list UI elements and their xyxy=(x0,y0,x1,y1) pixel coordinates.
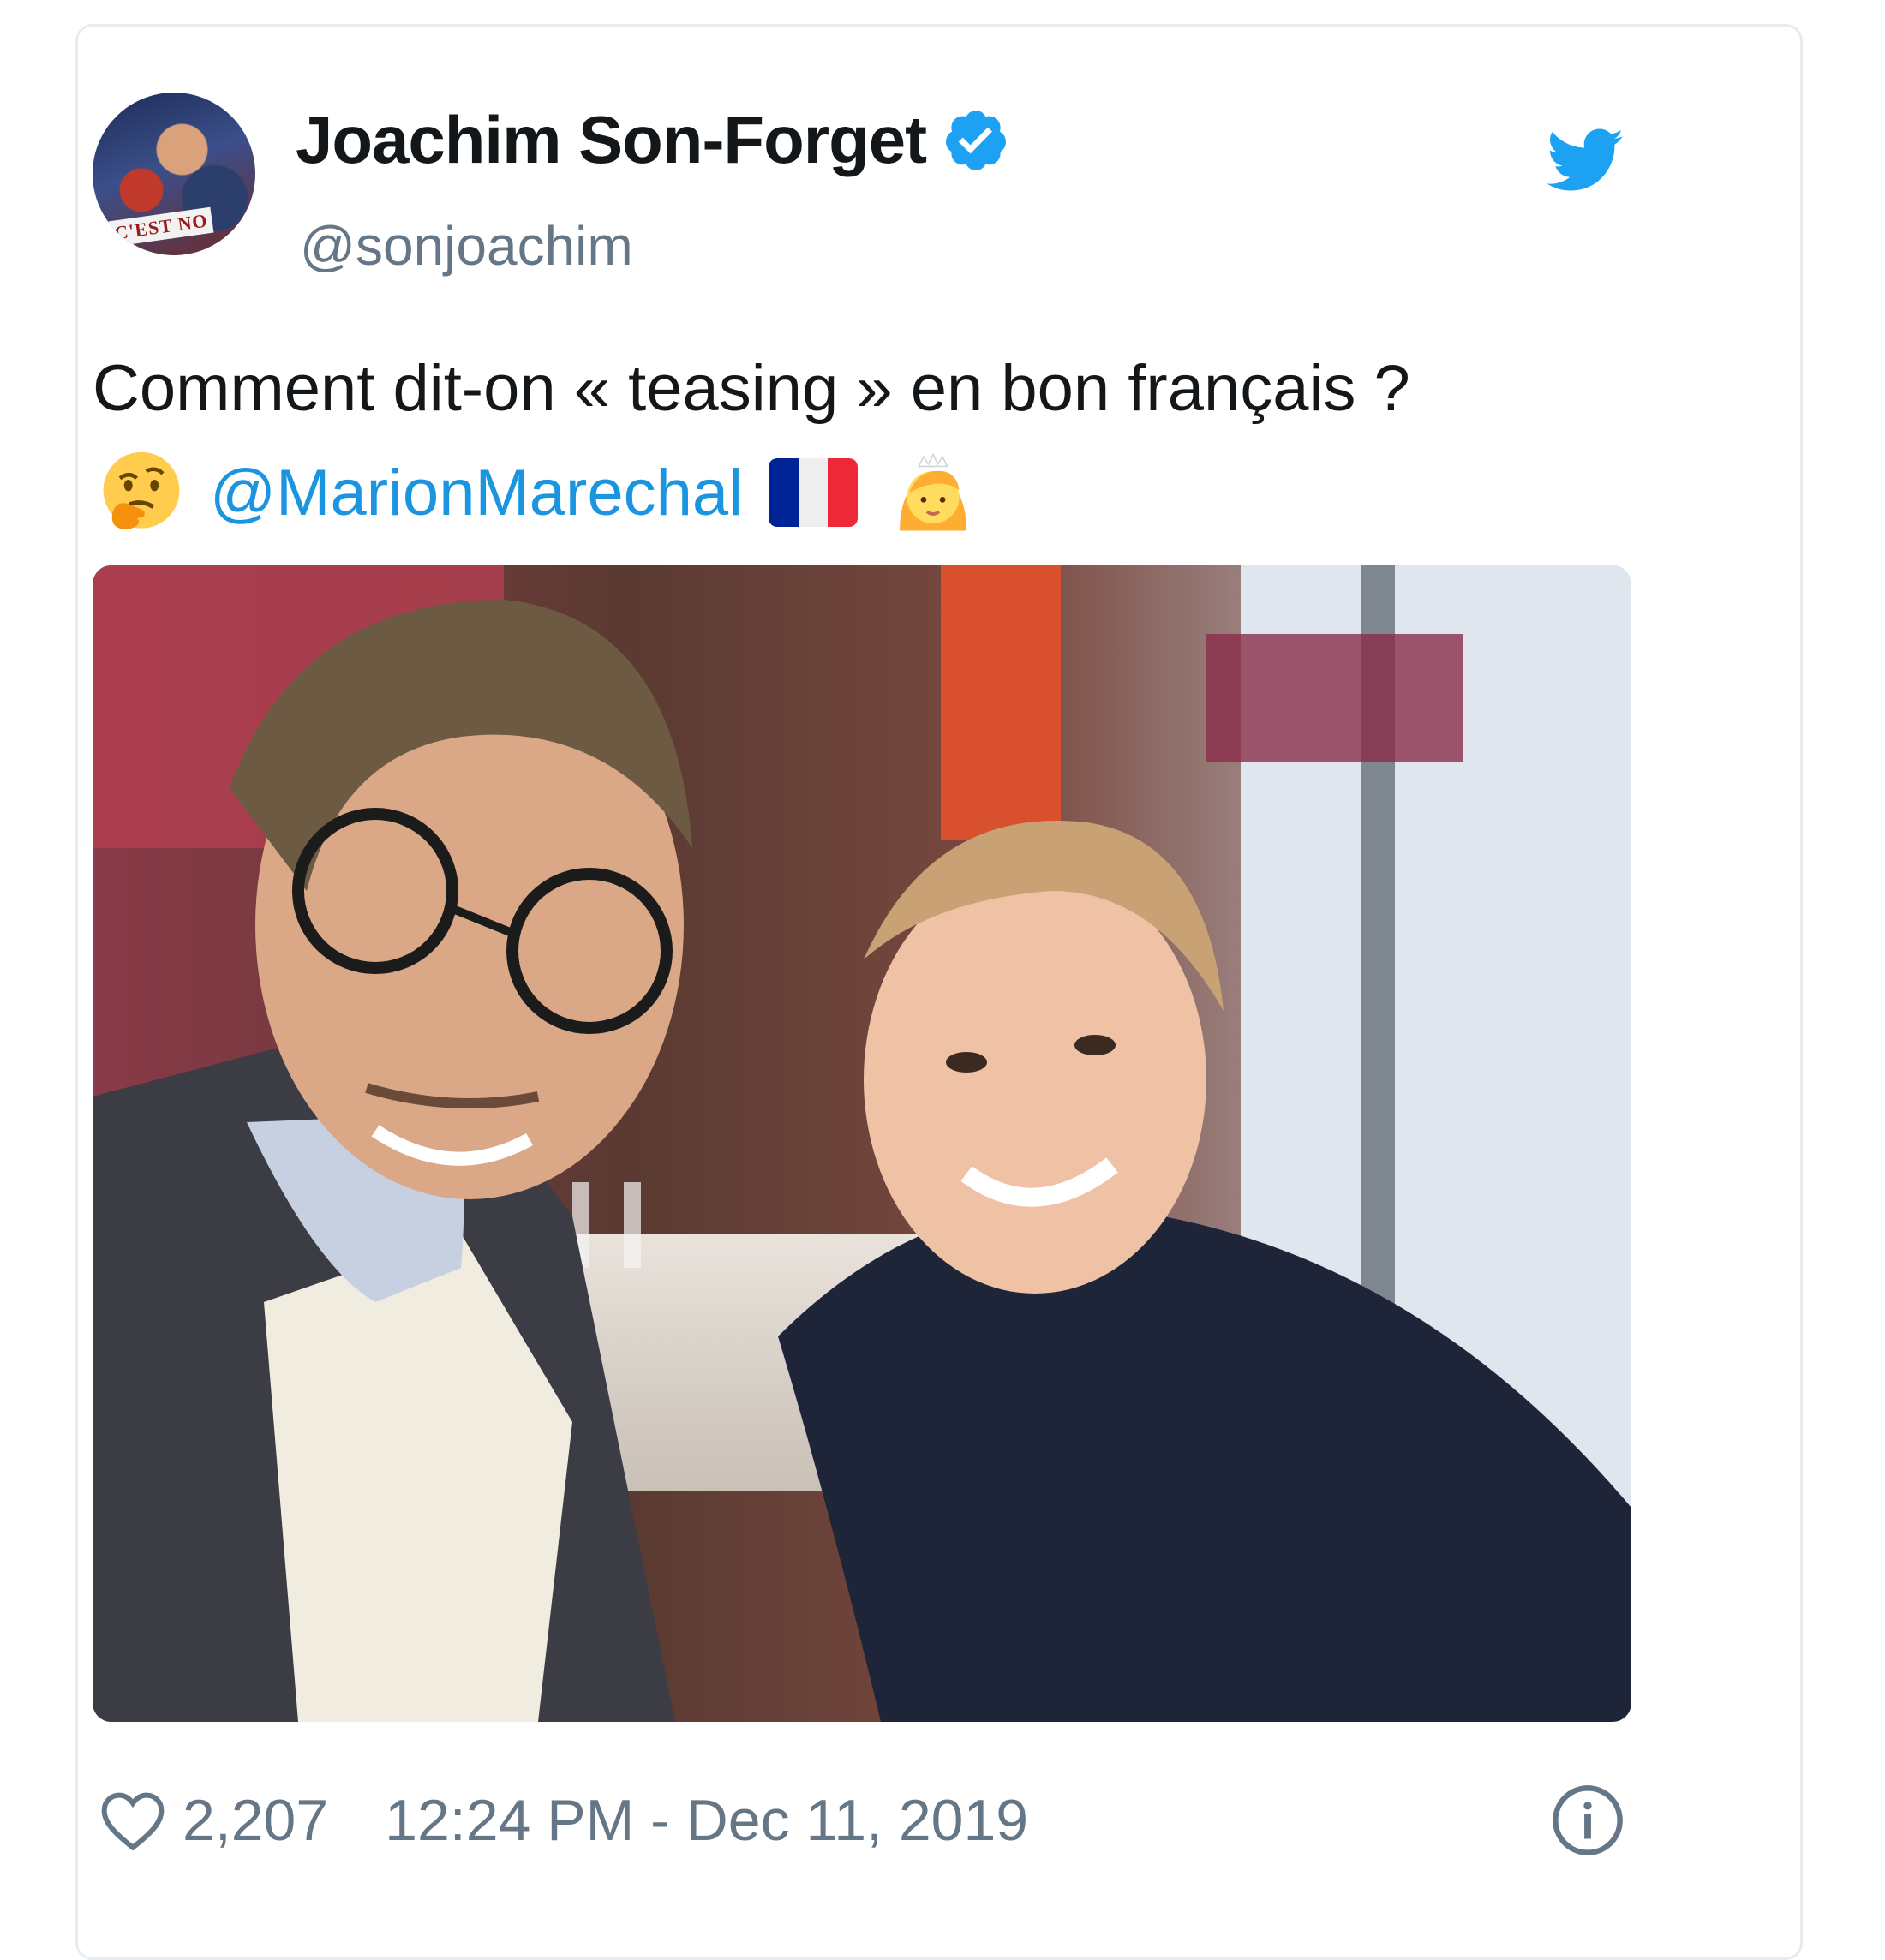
tweet-text-line1: Comment dit-on « teasing » en bon frança… xyxy=(93,352,1410,425)
woman-with-crown-icon xyxy=(900,452,966,531)
photo-illustration xyxy=(93,565,1631,1722)
tweet-timestamp[interactable]: 12:24 PM - Dec 11, 2019 xyxy=(385,1787,1028,1854)
author-handle[interactable]: @sonjoachim xyxy=(300,214,633,278)
author-display-name[interactable]: Joachim Son-Forget xyxy=(296,101,927,179)
france-flag-icon xyxy=(769,458,859,527)
heart-icon[interactable] xyxy=(99,1789,167,1852)
tweet-footer: 2,207 12:24 PM - Dec 11, 2019 xyxy=(99,1778,1028,1863)
tweet-text-line2: @MarionMarechal xyxy=(99,445,976,540)
mention-link[interactable]: @MarionMarechal xyxy=(210,456,743,530)
author-avatar[interactable]: C'EST NO xyxy=(93,93,255,255)
twitter-bird-icon[interactable] xyxy=(1547,128,1625,194)
tweet-photo[interactable] xyxy=(93,565,1631,1722)
info-icon[interactable] xyxy=(1551,1784,1625,1857)
author-name-row[interactable]: Joachim Son-Forget xyxy=(296,101,1010,179)
verified-badge-icon xyxy=(946,110,1007,170)
avatar-banner: C'EST NO xyxy=(108,206,214,248)
thinking-face-icon xyxy=(103,451,180,530)
like-count[interactable]: 2,207 xyxy=(183,1787,328,1854)
